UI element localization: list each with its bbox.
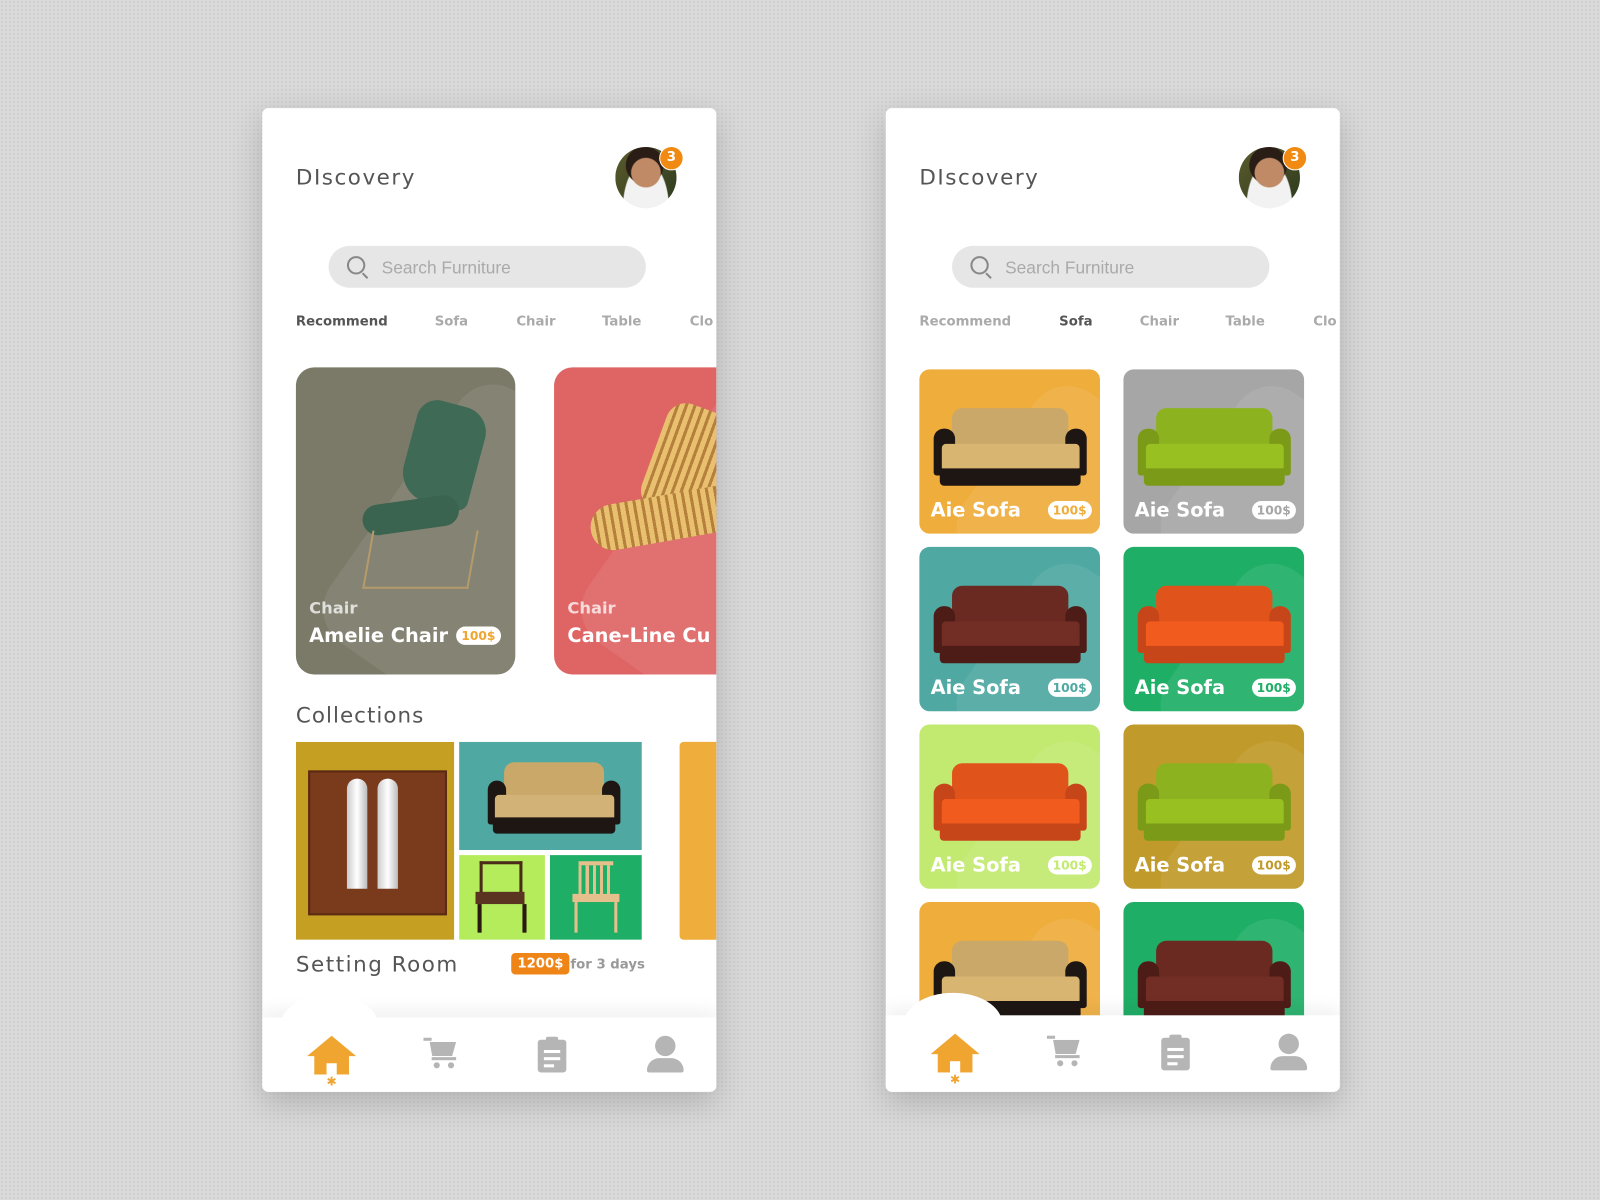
price-badge: 100$ <box>1047 856 1092 875</box>
card-name: Amelie Chair <box>309 624 449 647</box>
notification-badge: 3 <box>1282 145 1308 171</box>
chair-image <box>586 397 717 597</box>
bottom-nav: ✱ <box>885 992 1340 1092</box>
product-name: Aie Sofa <box>1134 676 1226 699</box>
price-badge: 100$ <box>1047 678 1092 697</box>
product-name: Aie Sofa <box>930 498 1021 522</box>
product-name: Aie Sofa <box>1134 854 1226 877</box>
tab-table[interactable]: Table <box>1226 314 1265 329</box>
page-title: DIscovery <box>295 165 416 190</box>
page-title: DIscovery <box>919 165 1040 190</box>
search-icon <box>970 256 989 275</box>
sofa-image <box>933 585 1087 666</box>
featured-card[interactable]: Chair Amelie Chair 100$ <box>295 367 516 675</box>
product-card[interactable]: Aie Sofa 100$ <box>919 369 1100 534</box>
collections-heading: Collections <box>295 703 425 728</box>
price-badge: 100$ <box>1251 501 1296 520</box>
collection-duration: for 3 days <box>570 957 645 973</box>
tab-chair[interactable]: Chair <box>516 314 555 329</box>
nav-orders[interactable] <box>536 1036 577 1077</box>
tab-closet[interactable]: Clo <box>690 314 713 329</box>
card-name: Cane-Line Cu <box>567 624 711 647</box>
price-badge: 100$ <box>1251 678 1296 697</box>
product-name: Aie Sofa <box>930 854 1021 877</box>
discovery-screen-sofa: DIscovery 3 Recommend Sofa Chair Table C… <box>885 108 1340 1092</box>
product-card[interactable]: Aie Sofa 100$ <box>919 546 1100 712</box>
search-bar[interactable] <box>952 245 1270 290</box>
price-badge: 100$ <box>1251 856 1296 875</box>
price-badge: 100$ <box>1047 501 1092 520</box>
nav-cart[interactable] <box>423 1036 464 1077</box>
search-input[interactable] <box>1003 245 1253 290</box>
nav-home[interactable]: ✱ <box>307 1035 357 1089</box>
card-category: Chair <box>309 597 358 618</box>
tab-chair[interactable]: Chair <box>1140 314 1179 329</box>
search-input[interactable] <box>379 245 629 290</box>
sofa-image <box>1137 408 1291 488</box>
product-card[interactable]: Aie Sofa 100$ <box>1123 724 1305 889</box>
product-card[interactable]: Aie Sofa 100$ <box>1123 369 1305 534</box>
price-badge: 100$ <box>456 626 501 645</box>
nav-orders[interactable] <box>1159 1034 1200 1075</box>
discovery-screen-recommend: DIscovery 3 Recommend Sofa Chair Table C… <box>262 108 717 1092</box>
sofa-image <box>459 741 642 850</box>
nav-profile[interactable] <box>1269 1033 1310 1075</box>
tab-sofa[interactable]: Sofa <box>435 314 468 329</box>
search-icon <box>346 256 366 275</box>
chair-image <box>459 855 545 940</box>
tab-recommend[interactable]: Recommend <box>919 314 1011 329</box>
product-card[interactable]: Aie Sofa 100$ <box>1123 546 1305 712</box>
card-category: Chair <box>567 597 616 618</box>
tab-table[interactable]: Table <box>602 314 641 329</box>
featured-card[interactable]: Chair Cane-Line Cu <box>554 367 717 675</box>
sofa-image <box>1137 585 1291 666</box>
sofa-image <box>933 408 1087 488</box>
notification-badge: 3 <box>659 145 684 171</box>
chair-image <box>352 395 492 597</box>
tab-sofa[interactable]: Sofa <box>1059 314 1092 329</box>
sofa-image <box>933 763 1087 843</box>
collection-card[interactable] <box>679 741 717 940</box>
collection-name: Setting Room <box>295 952 459 977</box>
nav-home[interactable]: ✱ <box>930 1033 980 1087</box>
chair-image <box>549 855 642 940</box>
wardrobe-image <box>295 741 455 940</box>
product-card[interactable]: Aie Sofa 100$ <box>919 724 1100 889</box>
tab-closet[interactable]: Clo <box>1313 314 1336 329</box>
nav-cart[interactable] <box>1046 1034 1088 1075</box>
nav-profile[interactable] <box>646 1035 687 1077</box>
collection-price-badge: 1200$ <box>511 953 570 975</box>
sofa-image <box>1137 763 1291 843</box>
bottom-nav: ✱ <box>262 994 717 1092</box>
tab-recommend[interactable]: Recommend <box>296 314 388 329</box>
sofa-image <box>1137 940 1291 1021</box>
product-name: Aie Sofa <box>1134 498 1226 522</box>
search-bar[interactable] <box>328 245 646 290</box>
collection-card[interactable] <box>295 741 642 940</box>
product-name: Aie Sofa <box>930 676 1021 699</box>
